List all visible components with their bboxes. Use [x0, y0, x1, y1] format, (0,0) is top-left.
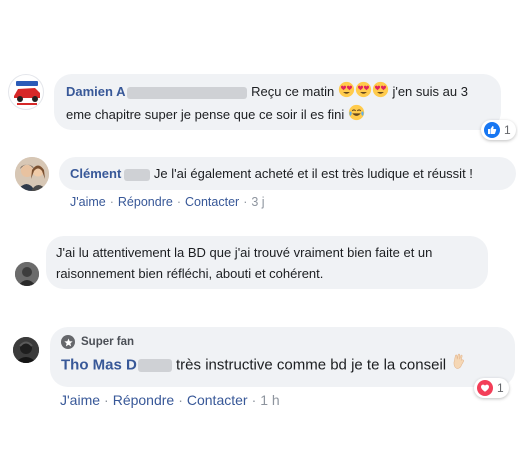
comment-actions: J'aime · Répondre · Contacter · 1 h: [60, 392, 280, 408]
reply-link[interactable]: Répondre: [113, 392, 175, 408]
comment-bubble-clement: Clément Je l'ai également acheté et il e…: [59, 157, 516, 190]
like-link[interactable]: J'aime: [60, 392, 100, 408]
comment-bubble-tho-mas: Super fan Tho Mas D très instructive com…: [50, 327, 515, 387]
comment-text: Damien A Reçu ce matin j'en suis au 3: [66, 81, 489, 104]
reaction-count: 1: [497, 381, 504, 395]
profile-photo-icon: [15, 157, 49, 191]
comment-text: Tho Mas D très instructive comme bd je t…: [61, 352, 504, 379]
heart-icon: [477, 380, 493, 396]
comment-author[interactable]: Clément: [70, 166, 121, 181]
redacted-name: [127, 86, 248, 99]
comment-time[interactable]: 3 j: [251, 195, 264, 209]
profile-photo-icon: [13, 337, 39, 363]
comment-text: Clément Je l'ai également acheté et il e…: [70, 166, 473, 181]
comment-bubble-damien: Damien A Reçu ce matin j'en suis au 3 em…: [54, 74, 501, 130]
reply-link[interactable]: Répondre: [118, 195, 173, 209]
contact-link[interactable]: Contacter: [187, 392, 248, 408]
contact-link[interactable]: Contacter: [185, 195, 239, 209]
heart-eyes-emoji-icon: [355, 81, 372, 104]
tears-of-joy-emoji-icon: [348, 104, 365, 127]
avatar-clement[interactable]: [15, 157, 49, 191]
comment-bubble-anonymous: J'ai lu attentivement la BD que j'ai tro…: [46, 236, 488, 289]
reaction-badge-like[interactable]: 1: [481, 120, 516, 140]
avatar-damien[interactable]: [8, 74, 44, 110]
comment-time[interactable]: 1 h: [260, 392, 279, 408]
reaction-count: 1: [504, 123, 511, 137]
comment-text: J'ai lu attentivement la BD que j'ai tro…: [56, 245, 433, 260]
thumbs-up-icon: [484, 122, 500, 138]
comment-actions: J'aime · Répondre · Contacter · 3 j: [70, 195, 265, 209]
heart-eyes-emoji-icon: [338, 81, 355, 104]
ok-hand-emoji-icon: [450, 352, 468, 379]
like-link[interactable]: J'aime: [70, 195, 106, 209]
redacted-name: [137, 359, 172, 372]
avatar-tho-mas[interactable]: [13, 337, 39, 363]
redacted-name: [124, 168, 151, 181]
super-fan-star-icon: [61, 335, 75, 349]
avatar-anonymous[interactable]: [15, 262, 39, 286]
profile-photo-icon: [15, 262, 39, 286]
heart-eyes-emoji-icon: [372, 81, 389, 104]
red-car-logo-icon: [14, 81, 40, 105]
super-fan-badge: Super fan: [61, 332, 504, 352]
comment-author[interactable]: Tho Mas D: [61, 356, 137, 373]
reaction-badge-love[interactable]: 1: [474, 378, 509, 398]
comment-text-line-2: eme chapitre super je pense que ce soir …: [66, 104, 489, 127]
comment-text-line-2: raisonnement bien réfléchi, abouti et co…: [56, 266, 324, 281]
comment-author[interactable]: Damien A: [66, 84, 125, 99]
